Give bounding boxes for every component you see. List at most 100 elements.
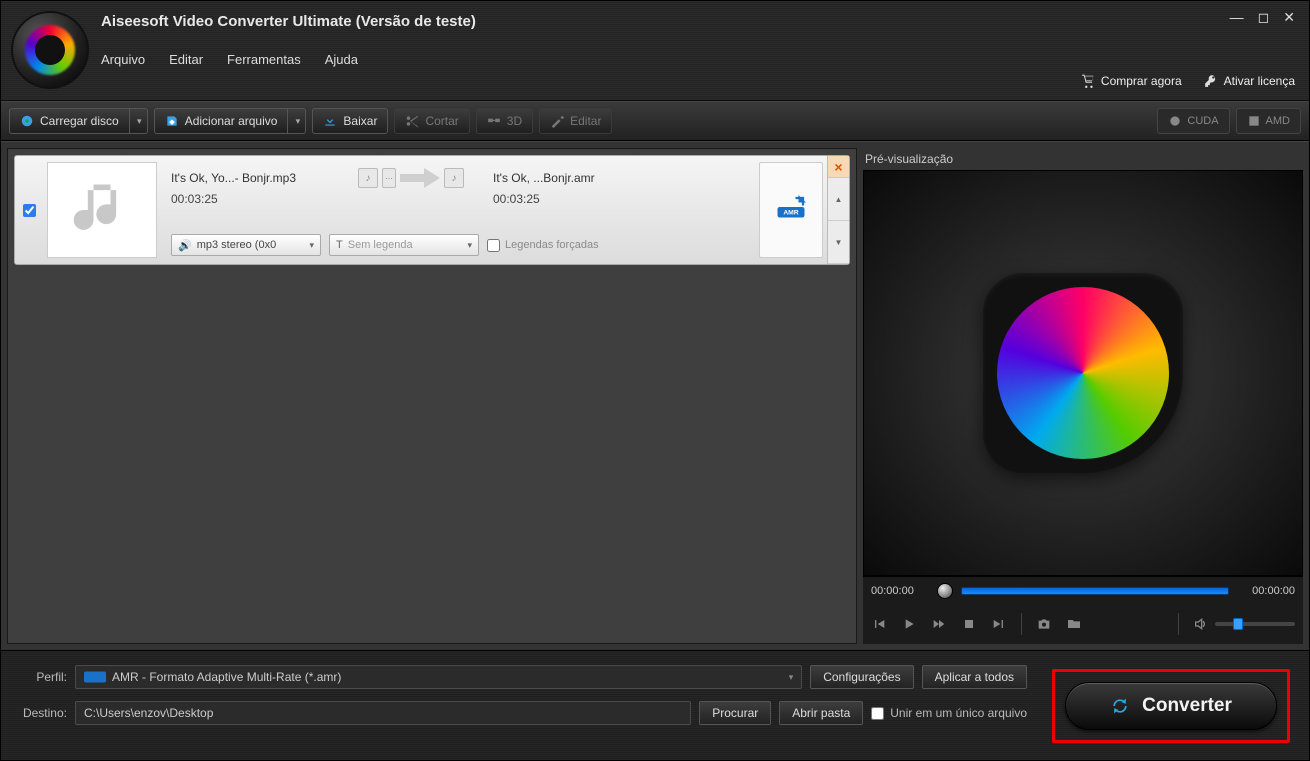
amd-label: AMD: [1266, 115, 1290, 127]
dest-value: C:\Users\enzov\Desktop: [84, 706, 213, 720]
volume-icon[interactable]: [1193, 616, 1209, 632]
profile-value: AMR - Formato Adaptive Multi-Rate (*.amr…: [112, 670, 341, 684]
amd-icon: [1247, 114, 1261, 128]
amd-toggle[interactable]: AMD: [1236, 108, 1301, 134]
merge-checkbox[interactable]: [871, 707, 884, 720]
activate-link[interactable]: Ativar licença: [1204, 74, 1295, 88]
apply-all-button[interactable]: Aplicar a todos: [922, 665, 1027, 689]
remove-file-button[interactable]: ×: [828, 156, 849, 178]
add-file-button[interactable]: Adicionar arquivo: [154, 108, 289, 134]
audio-icon: ♪: [358, 168, 378, 188]
next-icon[interactable]: [991, 616, 1007, 632]
move-up-button[interactable]: ▲: [828, 178, 849, 221]
folder-icon[interactable]: [1066, 616, 1082, 632]
convert-label: Converter: [1142, 695, 1232, 717]
audio-track-value: mp3 stereo (0x0: [197, 239, 276, 251]
key-icon: [1204, 74, 1218, 88]
title-bar: Aiseesoft Video Converter Ultimate (Vers…: [1, 1, 1309, 101]
settings-button[interactable]: Configurações: [810, 665, 913, 689]
timeline[interactable]: 00:00:00 00:00:00: [863, 576, 1303, 604]
volume-slider[interactable]: [1215, 622, 1295, 626]
menu-help[interactable]: Ajuda: [325, 52, 358, 67]
arrow-right-icon: [400, 166, 440, 190]
settings-label: Configurações: [823, 670, 900, 684]
time-total: 00:00:00: [1237, 585, 1295, 597]
play-icon[interactable]: [901, 616, 917, 632]
dots-icon: ⋯: [382, 168, 396, 188]
threeD-button[interactable]: 3D: [476, 108, 533, 134]
menu-edit[interactable]: Editar: [169, 52, 203, 67]
edit-label: Editar: [570, 114, 601, 128]
output-format-button[interactable]: AMR: [759, 162, 823, 258]
open-folder-label: Abrir pasta: [792, 706, 850, 720]
add-file-icon: [165, 114, 179, 128]
load-disc-button[interactable]: Carregar disco: [9, 108, 130, 134]
source-duration: 00:03:25: [171, 192, 341, 214]
preview-panel: Pré-visualização 00:00:00 00:00:00: [863, 148, 1303, 644]
playhead[interactable]: [937, 583, 953, 599]
svg-text:AMR: AMR: [783, 210, 798, 217]
stop-icon[interactable]: [961, 616, 977, 632]
time-current: 00:00:00: [871, 585, 929, 597]
wand-icon: [550, 114, 564, 128]
glasses-icon: [487, 114, 501, 128]
toolbar: Carregar disco ▾ Adicionar arquivo ▾ Bai…: [1, 101, 1309, 141]
menu-bar: Arquivo Editar Ferramentas Ajuda: [101, 52, 1299, 67]
dest-duration: 00:03:25: [481, 192, 747, 214]
subtitle-placeholder: Sem legenda: [348, 239, 413, 251]
dest-filename: It's Ok, ...Bonjr.amr: [481, 171, 747, 185]
text-icon: T: [336, 239, 343, 251]
load-disc-dropdown[interactable]: ▾: [130, 108, 148, 134]
add-file-label: Adicionar arquivo: [185, 114, 278, 128]
conversion-arrow: ♪ ⋯ ♪: [341, 166, 481, 190]
prev-icon[interactable]: [871, 616, 887, 632]
add-file-dropdown[interactable]: ▾: [288, 108, 306, 134]
snapshot-icon[interactable]: [1036, 616, 1052, 632]
convert-button[interactable]: Converter: [1065, 682, 1277, 730]
buy-now-label: Comprar agora: [1101, 74, 1182, 88]
disc-icon: [20, 114, 34, 128]
audio-icon: ♪: [444, 168, 464, 188]
dest-path-field[interactable]: C:\Users\enzov\Desktop: [75, 701, 691, 725]
merge-check[interactable]: Unir em um único arquivo: [871, 706, 1027, 720]
player-controls: [863, 604, 1303, 644]
cuda-label: CUDA: [1187, 115, 1218, 127]
cuda-toggle[interactable]: CUDA: [1157, 108, 1229, 134]
app-window: Aiseesoft Video Converter Ultimate (Vers…: [0, 0, 1310, 761]
footer: Perfil: AMR - Formato Adaptive Multi-Rat…: [1, 650, 1309, 760]
forced-subs-check[interactable]: Legendas forçadas: [487, 239, 599, 252]
source-filename: It's Ok, Yo...- Bonjr.mp3: [171, 171, 341, 185]
cut-button[interactable]: Cortar: [394, 108, 469, 134]
maximize-icon[interactable]: ◻: [1258, 9, 1270, 26]
profile-select[interactable]: AMR - Formato Adaptive Multi-Rate (*.amr…: [75, 665, 802, 689]
file-item[interactable]: It's Ok, Yo...- Bonjr.mp3 ♪ ⋯ ♪ It's Ok,…: [14, 155, 850, 265]
close-icon[interactable]: ✕: [1283, 9, 1295, 26]
threeD-label: 3D: [507, 114, 522, 128]
menu-file[interactable]: Arquivo: [101, 52, 145, 67]
move-down-button[interactable]: ▼: [828, 221, 849, 264]
scissors-icon: [405, 114, 419, 128]
open-folder-button[interactable]: Abrir pasta: [779, 701, 863, 725]
ffwd-icon[interactable]: [931, 616, 947, 632]
file-thumbnail: [47, 162, 157, 258]
audio-track-select[interactable]: 🔊 mp3 stereo (0x0 ▾: [171, 234, 321, 256]
browse-button[interactable]: Procurar: [699, 701, 771, 725]
subtitle-select[interactable]: T Sem legenda ▾: [329, 234, 479, 256]
forced-subs-label: Legendas forçadas: [505, 239, 599, 251]
minimize-icon[interactable]: —: [1230, 9, 1244, 26]
main-area: It's Ok, Yo...- Bonjr.mp3 ♪ ⋯ ♪ It's Ok,…: [1, 141, 1309, 650]
menu-tools[interactable]: Ferramentas: [227, 52, 301, 67]
browse-label: Procurar: [712, 706, 758, 720]
load-disc-label: Carregar disco: [40, 114, 119, 128]
edit-button[interactable]: Editar: [539, 108, 612, 134]
buy-now-link[interactable]: Comprar agora: [1081, 74, 1182, 88]
download-button[interactable]: Baixar: [312, 108, 388, 134]
volume-thumb[interactable]: [1233, 618, 1243, 630]
forced-subs-checkbox[interactable]: [487, 239, 500, 252]
timeline-track[interactable]: [961, 587, 1229, 595]
download-label: Baixar: [343, 114, 377, 128]
amr-icon: [84, 671, 106, 683]
file-checkbox[interactable]: [23, 204, 36, 217]
download-icon: [323, 114, 337, 128]
activate-label: Ativar licença: [1224, 74, 1295, 88]
